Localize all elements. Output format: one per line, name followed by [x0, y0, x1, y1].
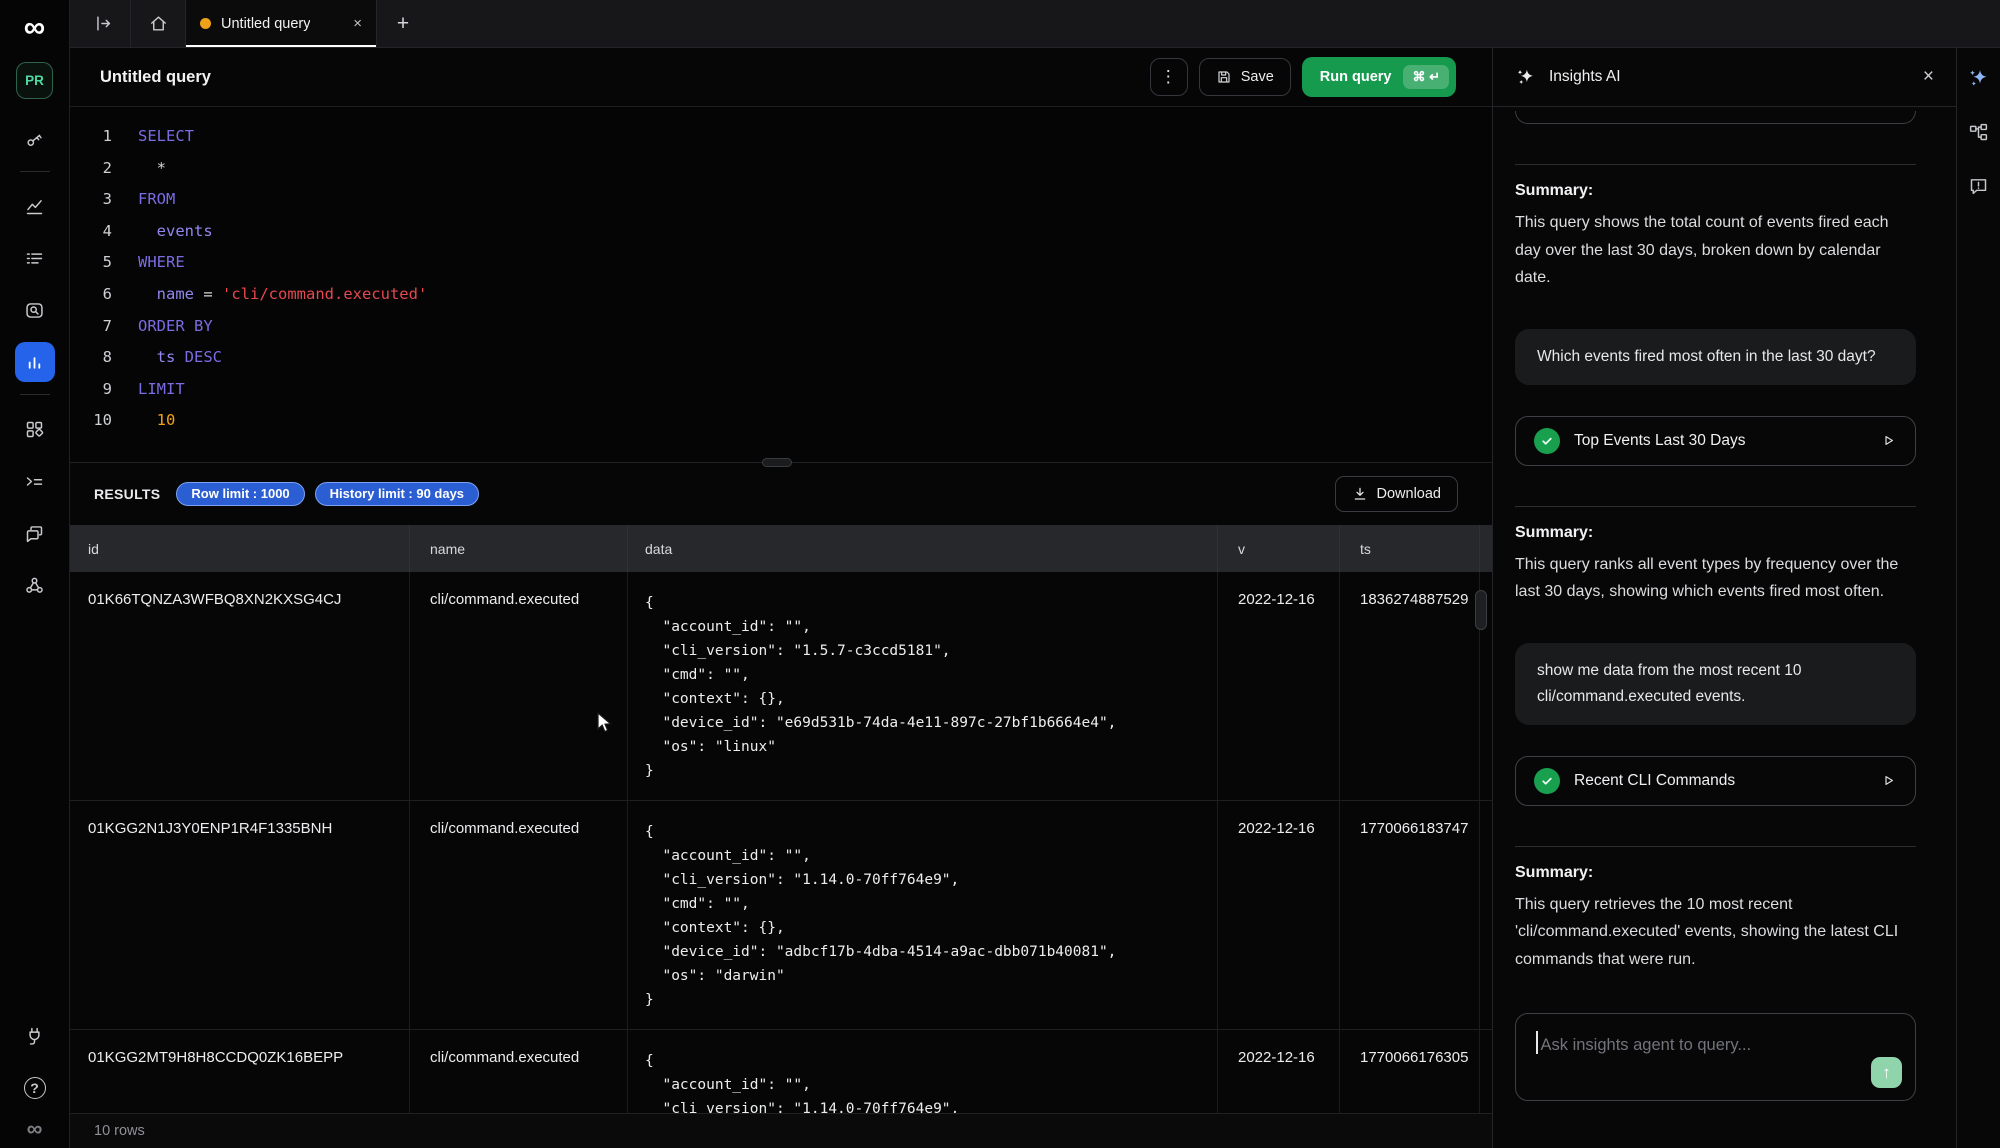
input-placeholder: Ask insights agent to query...	[1541, 1036, 1752, 1054]
query-results-icon[interactable]	[15, 342, 55, 382]
code-line: 5WHERE	[70, 247, 1492, 279]
unsaved-dot-icon	[200, 18, 211, 29]
feedback-tab-icon[interactable]	[1968, 175, 1989, 196]
right-icon-strip	[1956, 48, 2000, 1148]
tab-close-icon[interactable]: ×	[353, 15, 362, 32]
code-line: 6 name = 'cli/command.executed'	[70, 279, 1492, 311]
code-line: 8 ts DESC	[70, 342, 1492, 374]
code-line: 10 10	[70, 405, 1492, 437]
query-card-top-events[interactable]: Top Events Last 30 Days	[1515, 416, 1916, 466]
run-shortcut-badge: ⌘ ↵	[1403, 65, 1449, 89]
table-row[interactable]: 01K66TQNZA3WFBQ8XN2KXSG4CJcli/command.ex…	[70, 572, 1492, 801]
run-query-button[interactable]: Run query ⌘ ↵	[1302, 57, 1456, 97]
flows-icon[interactable]	[15, 565, 55, 605]
save-icon	[1216, 69, 1232, 85]
insights-prompt-input[interactable]: Ask insights agent to query... ↑	[1515, 1013, 1916, 1101]
panel-resize-handle[interactable]	[762, 458, 792, 467]
query-title: Untitled query	[100, 68, 211, 87]
code-line: 3FROM	[70, 184, 1492, 216]
insights-conversation: Summary: This query shows the total coun…	[1493, 107, 1956, 1148]
summary-text: This query retrieves the 10 most recent …	[1515, 891, 1916, 974]
results-status-bar: 10 rows	[70, 1113, 1492, 1148]
query-editor-panel: Untitled query ⋮ Save Run query ⌘ ↵	[70, 48, 1492, 1148]
table-rows-host: 01K66TQNZA3WFBQ8XN2KXSG4CJcli/command.ex…	[70, 572, 1492, 1113]
insights-ai-panel: Insights AI × Summary: This query shows …	[1492, 48, 1956, 1148]
table-scrollbar-thumb[interactable]	[1475, 590, 1487, 630]
sidebar-divider	[20, 171, 50, 172]
event-log-icon[interactable]	[15, 238, 55, 278]
app-logo-icon: ∞	[24, 10, 45, 46]
run-card-play-icon[interactable]	[1880, 772, 1897, 789]
row-count: 10 rows	[94, 1123, 145, 1139]
summary-text: This query shows the total count of even…	[1515, 209, 1916, 292]
sparkles-icon	[1515, 66, 1537, 88]
sidebar-divider	[20, 394, 50, 395]
column-header-v[interactable]: v	[1218, 525, 1340, 572]
run-card-play-icon[interactable]	[1880, 432, 1897, 449]
footer-logo-icon: ∞	[27, 1116, 43, 1142]
column-header-name[interactable]: name	[410, 525, 628, 572]
apps-grid-icon[interactable]	[15, 409, 55, 449]
editor-header: Untitled query ⋮ Save Run query ⌘ ↵	[70, 48, 1492, 107]
help-icon[interactable]: ?	[15, 1068, 55, 1108]
save-button[interactable]: Save	[1199, 58, 1291, 96]
prompt-list-icon[interactable]	[15, 461, 55, 501]
tab-label: Untitled query	[221, 16, 310, 32]
code-line: 7ORDER BY	[70, 311, 1492, 343]
user-message: Which events fired most often in the las…	[1515, 329, 1916, 385]
results-table-header: id name data v ts	[70, 525, 1492, 572]
insights-title: Insights AI	[1549, 68, 1621, 86]
tab-untitled-query[interactable]: Untitled query ×	[185, 0, 377, 47]
insights-header: Insights AI ×	[1493, 48, 1956, 107]
query-card-recent-cli[interactable]: Recent CLI Commands	[1515, 756, 1916, 806]
summary-text: This query ranks all event types by freq…	[1515, 551, 1916, 606]
results-table-body: 01K66TQNZA3WFBQ8XN2KXSG4CJcli/command.ex…	[70, 572, 1492, 1113]
history-limit-badge[interactable]: History limit : 90 days	[315, 482, 479, 506]
results-toolbar: RESULTS Row limit : 1000 History limit :…	[70, 462, 1492, 525]
workspace-badge[interactable]: PR	[16, 62, 53, 99]
more-options-button[interactable]: ⋮	[1150, 58, 1188, 96]
new-tab-button[interactable]: +	[377, 0, 429, 47]
app-window: ∞ PR	[0, 0, 2000, 1148]
code-line: 4 events	[70, 216, 1492, 248]
table-row[interactable]: 01KGG2MT9H8H8CCDQ0ZK16BEPPcli/command.ex…	[70, 1030, 1492, 1113]
sidebar: ∞ PR	[0, 0, 70, 1148]
results-label: RESULTS	[94, 486, 160, 502]
row-limit-badge[interactable]: Row limit : 1000	[176, 482, 304, 506]
integrations-plug-icon[interactable]	[15, 1016, 55, 1056]
code-line: 2 *	[70, 153, 1492, 185]
download-button[interactable]: Download	[1335, 476, 1459, 512]
tab-bar: Untitled query × +	[70, 0, 2000, 48]
scrolled-card-remnant	[1515, 111, 1916, 124]
summary-label: Summary:	[1515, 524, 1916, 542]
home-icon[interactable]	[131, 0, 185, 47]
query-explore-icon[interactable]	[15, 290, 55, 330]
analytics-chart-icon[interactable]	[15, 186, 55, 226]
code-line: 9LIMIT	[70, 374, 1492, 406]
summary-label: Summary:	[1515, 864, 1916, 882]
schema-tree-tab-icon[interactable]	[1968, 122, 1989, 143]
summary-label: Summary:	[1515, 182, 1916, 200]
chat-icon[interactable]	[15, 513, 55, 553]
code-lines: 1SELECT2 *3FROM4 events5WHERE6 name = 'c…	[70, 121, 1492, 437]
column-header-id[interactable]: id	[70, 525, 410, 572]
sql-code-editor[interactable]: 1SELECT2 *3FROM4 events5WHERE6 name = 'c…	[70, 107, 1492, 462]
table-row[interactable]: 01KGG2N1J3Y0ENP1R4F1335BNHcli/command.ex…	[70, 801, 1492, 1030]
expand-sidebar-icon[interactable]	[76, 0, 130, 47]
download-icon	[1352, 486, 1368, 502]
insights-ai-tab-icon[interactable]	[1967, 66, 1991, 90]
send-button[interactable]: ↑	[1871, 1057, 1902, 1088]
api-key-icon[interactable]	[15, 119, 55, 159]
success-check-icon	[1534, 768, 1560, 794]
success-check-icon	[1534, 428, 1560, 454]
column-header-ts[interactable]: ts	[1340, 525, 1480, 572]
text-caret	[1536, 1031, 1538, 1054]
insights-close-icon[interactable]: ×	[1923, 66, 1934, 88]
column-header-data[interactable]: data	[628, 525, 1218, 572]
code-line: 1SELECT	[70, 121, 1492, 153]
user-message: show me data from the most recent 10 cli…	[1515, 643, 1916, 725]
